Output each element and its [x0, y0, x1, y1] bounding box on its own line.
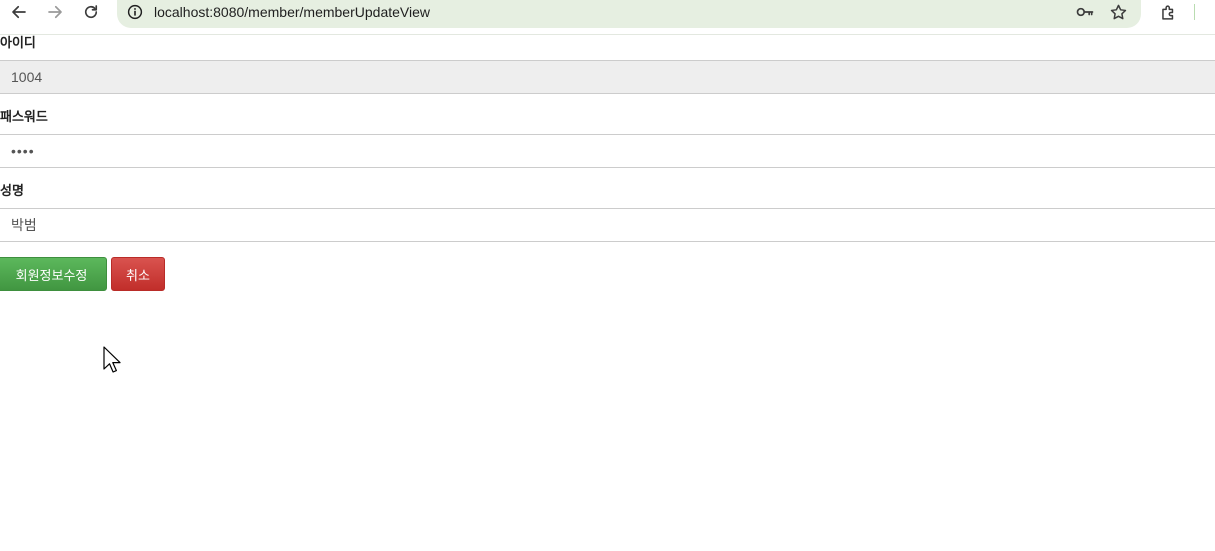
- name-label: 성명: [0, 184, 24, 199]
- arrow-left-icon: [12, 5, 26, 19]
- reload-button[interactable]: [76, 0, 106, 24]
- reload-icon: [84, 5, 98, 19]
- star-icon: [1110, 4, 1126, 19]
- password-input[interactable]: [0, 134, 1215, 168]
- url-text[interactable]: localhost:8080/member/memberUpdateView: [154, 2, 430, 22]
- browser-toolbar: localhost:8080/member/memberUpdateView: [0, 0, 1215, 35]
- puzzle-icon: [1161, 4, 1173, 20]
- id-input[interactable]: [0, 60, 1215, 94]
- password-manager-button[interactable]: [1074, 1, 1096, 23]
- toolbar-divider: [1194, 4, 1195, 20]
- back-button[interactable]: [4, 0, 34, 24]
- bookmark-button[interactable]: [1107, 1, 1129, 23]
- update-member-button[interactable]: 회원정보수정: [0, 257, 107, 291]
- extensions-button[interactable]: [1157, 1, 1179, 23]
- address-bar[interactable]: localhost:8080/member/memberUpdateView: [117, 0, 1141, 28]
- cancel-button[interactable]: 취소: [111, 257, 165, 291]
- forward-button[interactable]: [40, 0, 70, 24]
- key-icon: [1076, 7, 1094, 17]
- password-label: 패스워드: [0, 110, 48, 125]
- name-input[interactable]: [0, 208, 1215, 242]
- mouse-cursor-icon: [103, 346, 121, 373]
- site-info-button[interactable]: [125, 2, 145, 22]
- arrow-right-icon: [48, 5, 62, 19]
- id-label: 아이디: [0, 36, 36, 51]
- info-icon: [127, 4, 143, 20]
